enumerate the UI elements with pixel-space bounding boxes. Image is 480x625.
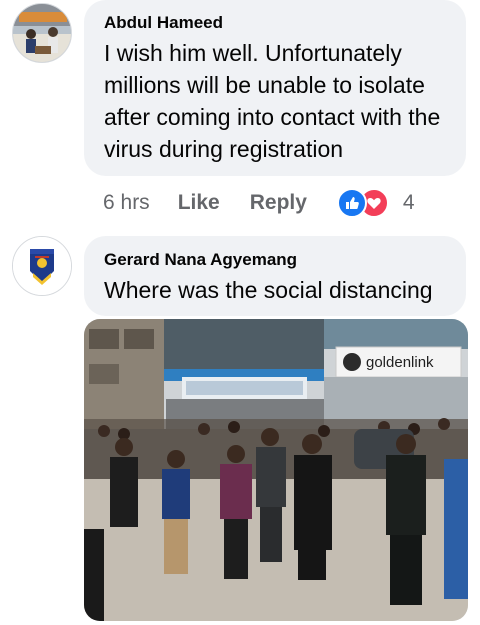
comment-photo[interactable]: goldenlink	[84, 319, 468, 621]
comment-text: I wish him well. Unfortunately millions …	[104, 40, 441, 162]
like-icon	[336, 188, 367, 218]
reactions-summary[interactable]: 4	[336, 188, 415, 218]
comment-author[interactable]: Gerard Nana Agyemang	[104, 250, 446, 270]
school-crest-icon	[13, 237, 71, 295]
avatar-photo-icon	[13, 4, 71, 62]
reply-button[interactable]: Reply	[250, 191, 307, 215]
commenter-avatar[interactable]	[12, 3, 72, 63]
comment-bubble: Abdul Hameed I wish him well. Unfortunat…	[84, 0, 466, 176]
like-button[interactable]: Like	[178, 191, 220, 215]
shop-sign-text: goldenlink	[366, 354, 434, 371]
commenter-avatar[interactable]	[12, 236, 72, 296]
reaction-count: 4	[402, 191, 415, 214]
comment-actions: 6 hrs Like Reply 4	[103, 188, 415, 218]
comment-bubble: Gerard Nana Agyemang Where was the socia…	[84, 236, 466, 316]
comment-author[interactable]: Abdul Hameed	[104, 13, 446, 33]
crowd-photo-icon: goldenlink	[84, 319, 468, 621]
comment-timestamp[interactable]: 6 hrs	[103, 191, 150, 215]
comment-text: Where was the social distancing	[104, 277, 433, 303]
